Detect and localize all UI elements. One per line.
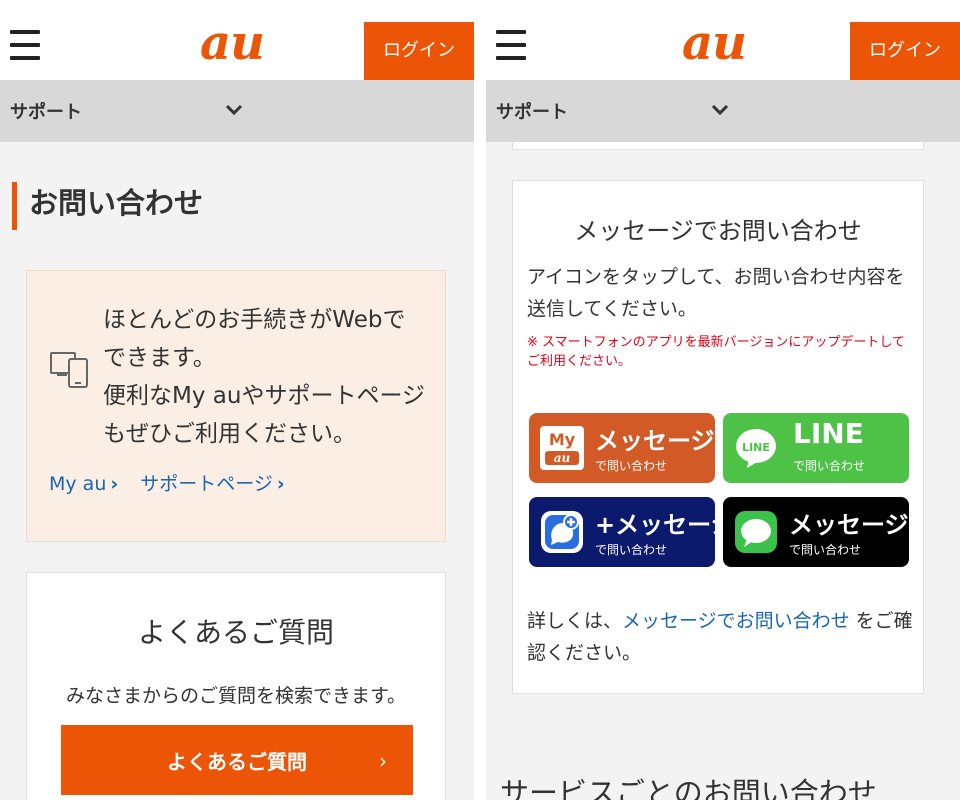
line-icon-label: LINE: [742, 441, 770, 454]
plus-message-icon: [541, 511, 583, 553]
sms-message-button[interactable]: メッセージ で問い合わせ: [723, 497, 909, 567]
chevron-right-icon: ›: [110, 473, 119, 495]
au-logo[interactable]: au: [682, 18, 747, 68]
chevron-down-icon[interactable]: [222, 98, 246, 122]
more-prefix: 詳しくは、: [527, 610, 623, 632]
subnav-label: サポート: [10, 102, 82, 123]
support-page-link[interactable]: サポートページ ›: [140, 473, 284, 495]
info-links: My au › サポートページ ›: [49, 469, 301, 496]
button-sub-label: で問い合わせ: [595, 543, 668, 557]
message-inquiry-link[interactable]: メッセージでお問い合わせ: [622, 610, 850, 632]
devices-icon: [50, 352, 88, 388]
myau-message-button[interactable]: My au メッセージ で問い合わせ: [529, 413, 715, 483]
support-page-link-label[interactable]: サポートページ: [140, 473, 273, 495]
message-title: メッセージでお問い合わせ: [574, 217, 862, 245]
button-main-label: メッセージ: [595, 427, 715, 455]
button-main-label: LINE: [793, 417, 864, 450]
menu-icon[interactable]: [496, 30, 526, 64]
myau-link-label[interactable]: My au: [49, 473, 106, 495]
message-inquiry-card: メッセージでお問い合わせ アイコンをタップして、お問い合わせ内容を送信してくださ…: [512, 180, 924, 694]
myau-link[interactable]: My au ›: [49, 473, 118, 495]
faq-title: よくあるご質問: [137, 616, 334, 649]
page-title: お問い合わせ: [12, 182, 203, 230]
message-description: アイコンをタップして、お問い合わせ内容を送信してください。: [527, 266, 905, 320]
info-line: 便利なMy auやサポートページ: [103, 383, 425, 409]
button-main-label: メッセージ: [789, 511, 909, 539]
info-text: ほとんどのお手続きがWebで できます。 便利なMy auやサポートページ もぜ…: [103, 301, 433, 453]
info-line: ほとんどのお手続きがWebで: [103, 307, 406, 333]
header: au ログイン: [0, 0, 474, 80]
button-sub-label: で問い合わせ: [793, 459, 866, 473]
web-info-box: ほとんどのお手続きがWebで できます。 便利なMy auやサポートページ もぜ…: [26, 270, 446, 542]
faq-button-label: よくあるご質問: [167, 749, 307, 774]
line-icon: LINE: [736, 429, 776, 468]
header: au ログイン: [486, 0, 960, 80]
faq-button[interactable]: よくあるご質問 ›: [61, 725, 413, 795]
chevron-right-icon: ›: [276, 473, 285, 495]
service-inquiry-heading: サービスごとのお問い合わせ: [500, 776, 877, 800]
sms-icon: [735, 511, 777, 553]
more-info-text: 詳しくは、メッセージでお問い合わせ をご確認ください。: [527, 605, 917, 669]
menu-icon[interactable]: [10, 30, 40, 64]
login-button[interactable]: ログイン: [364, 22, 474, 80]
plus-message-button[interactable]: +メッセージ で問い合わせ: [529, 497, 715, 567]
faq-card: よくあるご質問 みなさまからのご質問を検索できます。 よくあるご質問 ›: [26, 572, 446, 800]
chevron-down-icon[interactable]: [708, 98, 732, 122]
button-main-label: +メッセージ: [595, 511, 715, 539]
previous-card-edge: [512, 142, 924, 150]
chevron-right-icon: ›: [379, 749, 387, 773]
button-sub-label: で問い合わせ: [595, 459, 668, 473]
au-logo[interactable]: au: [200, 18, 265, 68]
support-subnav[interactable]: サポート: [486, 80, 960, 142]
myau-icon-sub: au: [554, 451, 571, 465]
support-subnav[interactable]: サポート: [0, 80, 474, 142]
myau-icon-label: My: [549, 430, 576, 449]
info-line: できます。: [103, 345, 216, 371]
line-message-button[interactable]: LINE LINE で問い合わせ: [723, 413, 909, 483]
left-screen: au ログイン サポート お問い合わせ ほとんどのお手続きがWebで できます。…: [0, 0, 474, 800]
info-line: もぜひご利用ください。: [103, 421, 356, 447]
update-note: ※ スマートフォンのアプリを最新バージョンにアップデートしてご利用ください。: [527, 335, 905, 369]
subnav-label: サポート: [496, 102, 568, 123]
right-screen: au ログイン サポート メッセージでお問い合わせ アイコンをタップして、お問い…: [486, 0, 960, 800]
faq-description: みなさまからのご質問を検索できます。: [65, 685, 407, 707]
myau-icon: My au: [540, 426, 584, 470]
button-sub-label: で問い合わせ: [789, 543, 862, 557]
login-button[interactable]: ログイン: [850, 22, 960, 80]
